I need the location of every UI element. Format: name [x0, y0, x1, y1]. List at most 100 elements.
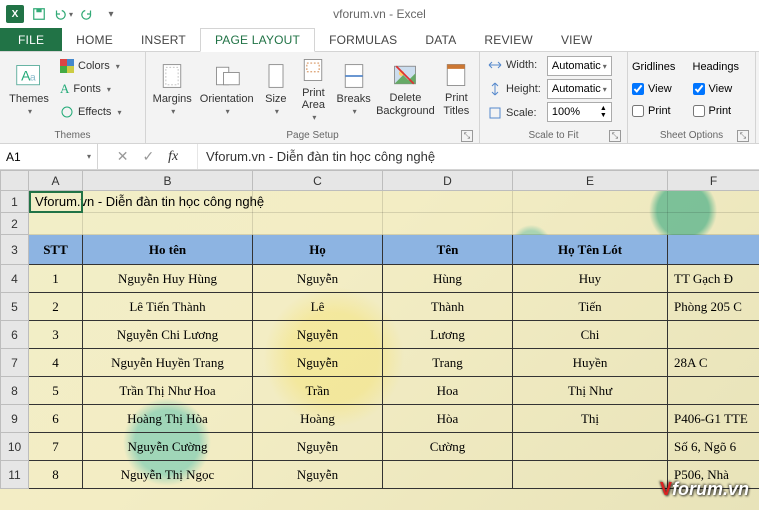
- tab-file[interactable]: FILE: [0, 28, 62, 51]
- cell-ho[interactable]: Trần: [253, 377, 383, 405]
- tab-view[interactable]: VIEW: [547, 28, 606, 51]
- cell-ten[interactable]: Cường: [383, 433, 513, 461]
- cell-c1[interactable]: [253, 191, 383, 213]
- colors-button[interactable]: Colors▾: [56, 56, 125, 77]
- cell-hoten[interactable]: Nguyễn Huyền Trang: [83, 349, 253, 377]
- cell-stt[interactable]: 5: [29, 377, 83, 405]
- col-header-e[interactable]: E: [513, 171, 668, 191]
- qat-customize[interactable]: ▾: [100, 3, 122, 25]
- table-header-row[interactable]: 3 STT Ho tên Họ Tên Họ Tên Lót: [1, 235, 759, 265]
- cell-ten[interactable]: Hòa: [383, 405, 513, 433]
- row-header[interactable]: 10: [1, 433, 29, 461]
- th-stt[interactable]: STT: [29, 235, 83, 265]
- gridlines-print-checkbox[interactable]: Print: [632, 101, 691, 121]
- gridlines-view-checkbox[interactable]: View: [632, 79, 691, 99]
- delete-background-button[interactable]: Delete Background: [375, 54, 435, 124]
- cell-addr[interactable]: Phòng 205 C: [668, 293, 759, 321]
- cell-f1[interactable]: [668, 191, 759, 213]
- cell-ho[interactable]: Nguyễn: [253, 461, 383, 489]
- cell-hoten[interactable]: Nguyễn Huy Hùng: [83, 265, 253, 293]
- cell-ten[interactable]: Lương: [383, 321, 513, 349]
- table-row[interactable]: 6 3 Nguyễn Chi Lương Nguyễn Lương Chi: [1, 321, 759, 349]
- tab-home[interactable]: HOME: [62, 28, 127, 51]
- print-area-button[interactable]: Print Area▾: [295, 54, 332, 124]
- row-1[interactable]: 1 Vforum.vn - Diễn đàn tin học công nghệ: [1, 191, 759, 213]
- column-headers[interactable]: A B C D E F: [1, 171, 759, 191]
- themes-button[interactable]: Aa Themes▾: [4, 54, 54, 124]
- cell-lot[interactable]: Huyền: [513, 349, 668, 377]
- cell-lot[interactable]: Thị Như: [513, 377, 668, 405]
- cell-lot[interactable]: Chi: [513, 321, 668, 349]
- tab-page-layout[interactable]: PAGE LAYOUT: [200, 28, 315, 52]
- margins-button[interactable]: Margins▾: [150, 54, 194, 124]
- cell-ho[interactable]: Nguyễn: [253, 265, 383, 293]
- cell-lot[interactable]: Tiến: [513, 293, 668, 321]
- app-icon[interactable]: X: [4, 3, 26, 25]
- table-row[interactable]: 10 7 Nguyễn Cường Nguyễn Cường Số 6, Ngõ…: [1, 433, 759, 461]
- orientation-button[interactable]: Orientation▾: [196, 54, 256, 124]
- cell-ho[interactable]: Nguyễn: [253, 349, 383, 377]
- cell-stt[interactable]: 3: [29, 321, 83, 349]
- table-row[interactable]: 5 2 Lê Tiến Thành Lê Thành Tiến Phòng 20…: [1, 293, 759, 321]
- cell-ten[interactable]: [383, 461, 513, 489]
- cell-hoten[interactable]: Trần Thị Như Hoa: [83, 377, 253, 405]
- tab-insert[interactable]: INSERT: [127, 28, 200, 51]
- redo-button[interactable]: [76, 3, 98, 25]
- cell-hoten[interactable]: Lê Tiến Thành: [83, 293, 253, 321]
- cell-hoten[interactable]: Nguyễn Thị Ngọc: [83, 461, 253, 489]
- col-header-c[interactable]: C: [253, 171, 383, 191]
- row-header[interactable]: 6: [1, 321, 29, 349]
- table-row[interactable]: 7 4 Nguyễn Huyền Trang Nguyễn Trang Huyề…: [1, 349, 759, 377]
- row-header-1[interactable]: 1: [1, 191, 29, 213]
- cell-lot[interactable]: [513, 461, 668, 489]
- formula-input[interactable]: Vforum.vn - Diễn đàn tin học công nghệ: [198, 144, 759, 169]
- table-row[interactable]: 4 1 Nguyễn Huy Hùng Nguyễn Hùng Huy TT G…: [1, 265, 759, 293]
- worksheet-grid[interactable]: A B C D E F 1 Vforum.vn - Diễn đàn tin h…: [0, 170, 759, 489]
- row-header[interactable]: 5: [1, 293, 29, 321]
- th-ten[interactable]: Tên: [383, 235, 513, 265]
- headings-view-checkbox[interactable]: View: [693, 79, 752, 99]
- cell-addr[interactable]: Số 6, Ngõ 6: [668, 433, 759, 461]
- cell-lot[interactable]: Thị: [513, 405, 668, 433]
- cell-hoten[interactable]: Nguyễn Cường: [83, 433, 253, 461]
- print-titles-button[interactable]: Print Titles: [438, 54, 475, 124]
- cell-e1[interactable]: [513, 191, 668, 213]
- enter-icon[interactable]: ✓: [142, 148, 154, 165]
- worksheet-area[interactable]: A B C D E F 1 Vforum.vn - Diễn đàn tin h…: [0, 170, 759, 510]
- th-addr[interactable]: [668, 235, 759, 265]
- tab-data[interactable]: DATA: [411, 28, 470, 51]
- cell-ho[interactable]: Lê: [253, 293, 383, 321]
- scale-dialog-launcher[interactable]: ⤡: [609, 130, 621, 142]
- cell-stt[interactable]: 2: [29, 293, 83, 321]
- cell-addr[interactable]: [668, 377, 759, 405]
- cell-hoten[interactable]: Nguyễn Chi Lương: [83, 321, 253, 349]
- cell-ho[interactable]: Hoàng: [253, 405, 383, 433]
- row-header[interactable]: 8: [1, 377, 29, 405]
- effects-button[interactable]: Effects▾: [56, 102, 125, 123]
- cell-stt[interactable]: 8: [29, 461, 83, 489]
- table-row[interactable]: 8 5 Trần Thị Như Hoa Trần Hoa Thị Như: [1, 377, 759, 405]
- cell-ten[interactable]: Thành: [383, 293, 513, 321]
- tab-formulas[interactable]: FORMULAS: [315, 28, 411, 51]
- cell-stt[interactable]: 7: [29, 433, 83, 461]
- cell-addr[interactable]: TT Gạch Đ: [668, 265, 759, 293]
- row-header[interactable]: 7: [1, 349, 29, 377]
- row-header[interactable]: 11: [1, 461, 29, 489]
- sheet-options-dialog-launcher[interactable]: ⤡: [737, 130, 749, 142]
- cell-stt[interactable]: 1: [29, 265, 83, 293]
- name-box[interactable]: A1▾: [0, 144, 98, 169]
- cancel-icon[interactable]: ✕: [117, 148, 129, 165]
- row-2[interactable]: 2: [1, 213, 759, 235]
- breaks-button[interactable]: Breaks▾: [334, 54, 373, 124]
- row-header-3[interactable]: 3: [1, 235, 29, 265]
- cell-d1[interactable]: [383, 191, 513, 213]
- table-row[interactable]: 9 6 Hoàng Thị Hòa Hoàng Hòa Thị P406-G1 …: [1, 405, 759, 433]
- row-header-2[interactable]: 2: [1, 213, 29, 235]
- page-setup-dialog-launcher[interactable]: ⤡: [461, 130, 473, 142]
- th-hoten[interactable]: Ho tên: [83, 235, 253, 265]
- cell-ten[interactable]: Hoa: [383, 377, 513, 405]
- undo-button[interactable]: ▾: [52, 3, 74, 25]
- scale-spinner[interactable]: 100%▲▼: [547, 102, 612, 122]
- col-header-a[interactable]: A: [29, 171, 83, 191]
- width-combo[interactable]: Automatic▾: [547, 56, 612, 76]
